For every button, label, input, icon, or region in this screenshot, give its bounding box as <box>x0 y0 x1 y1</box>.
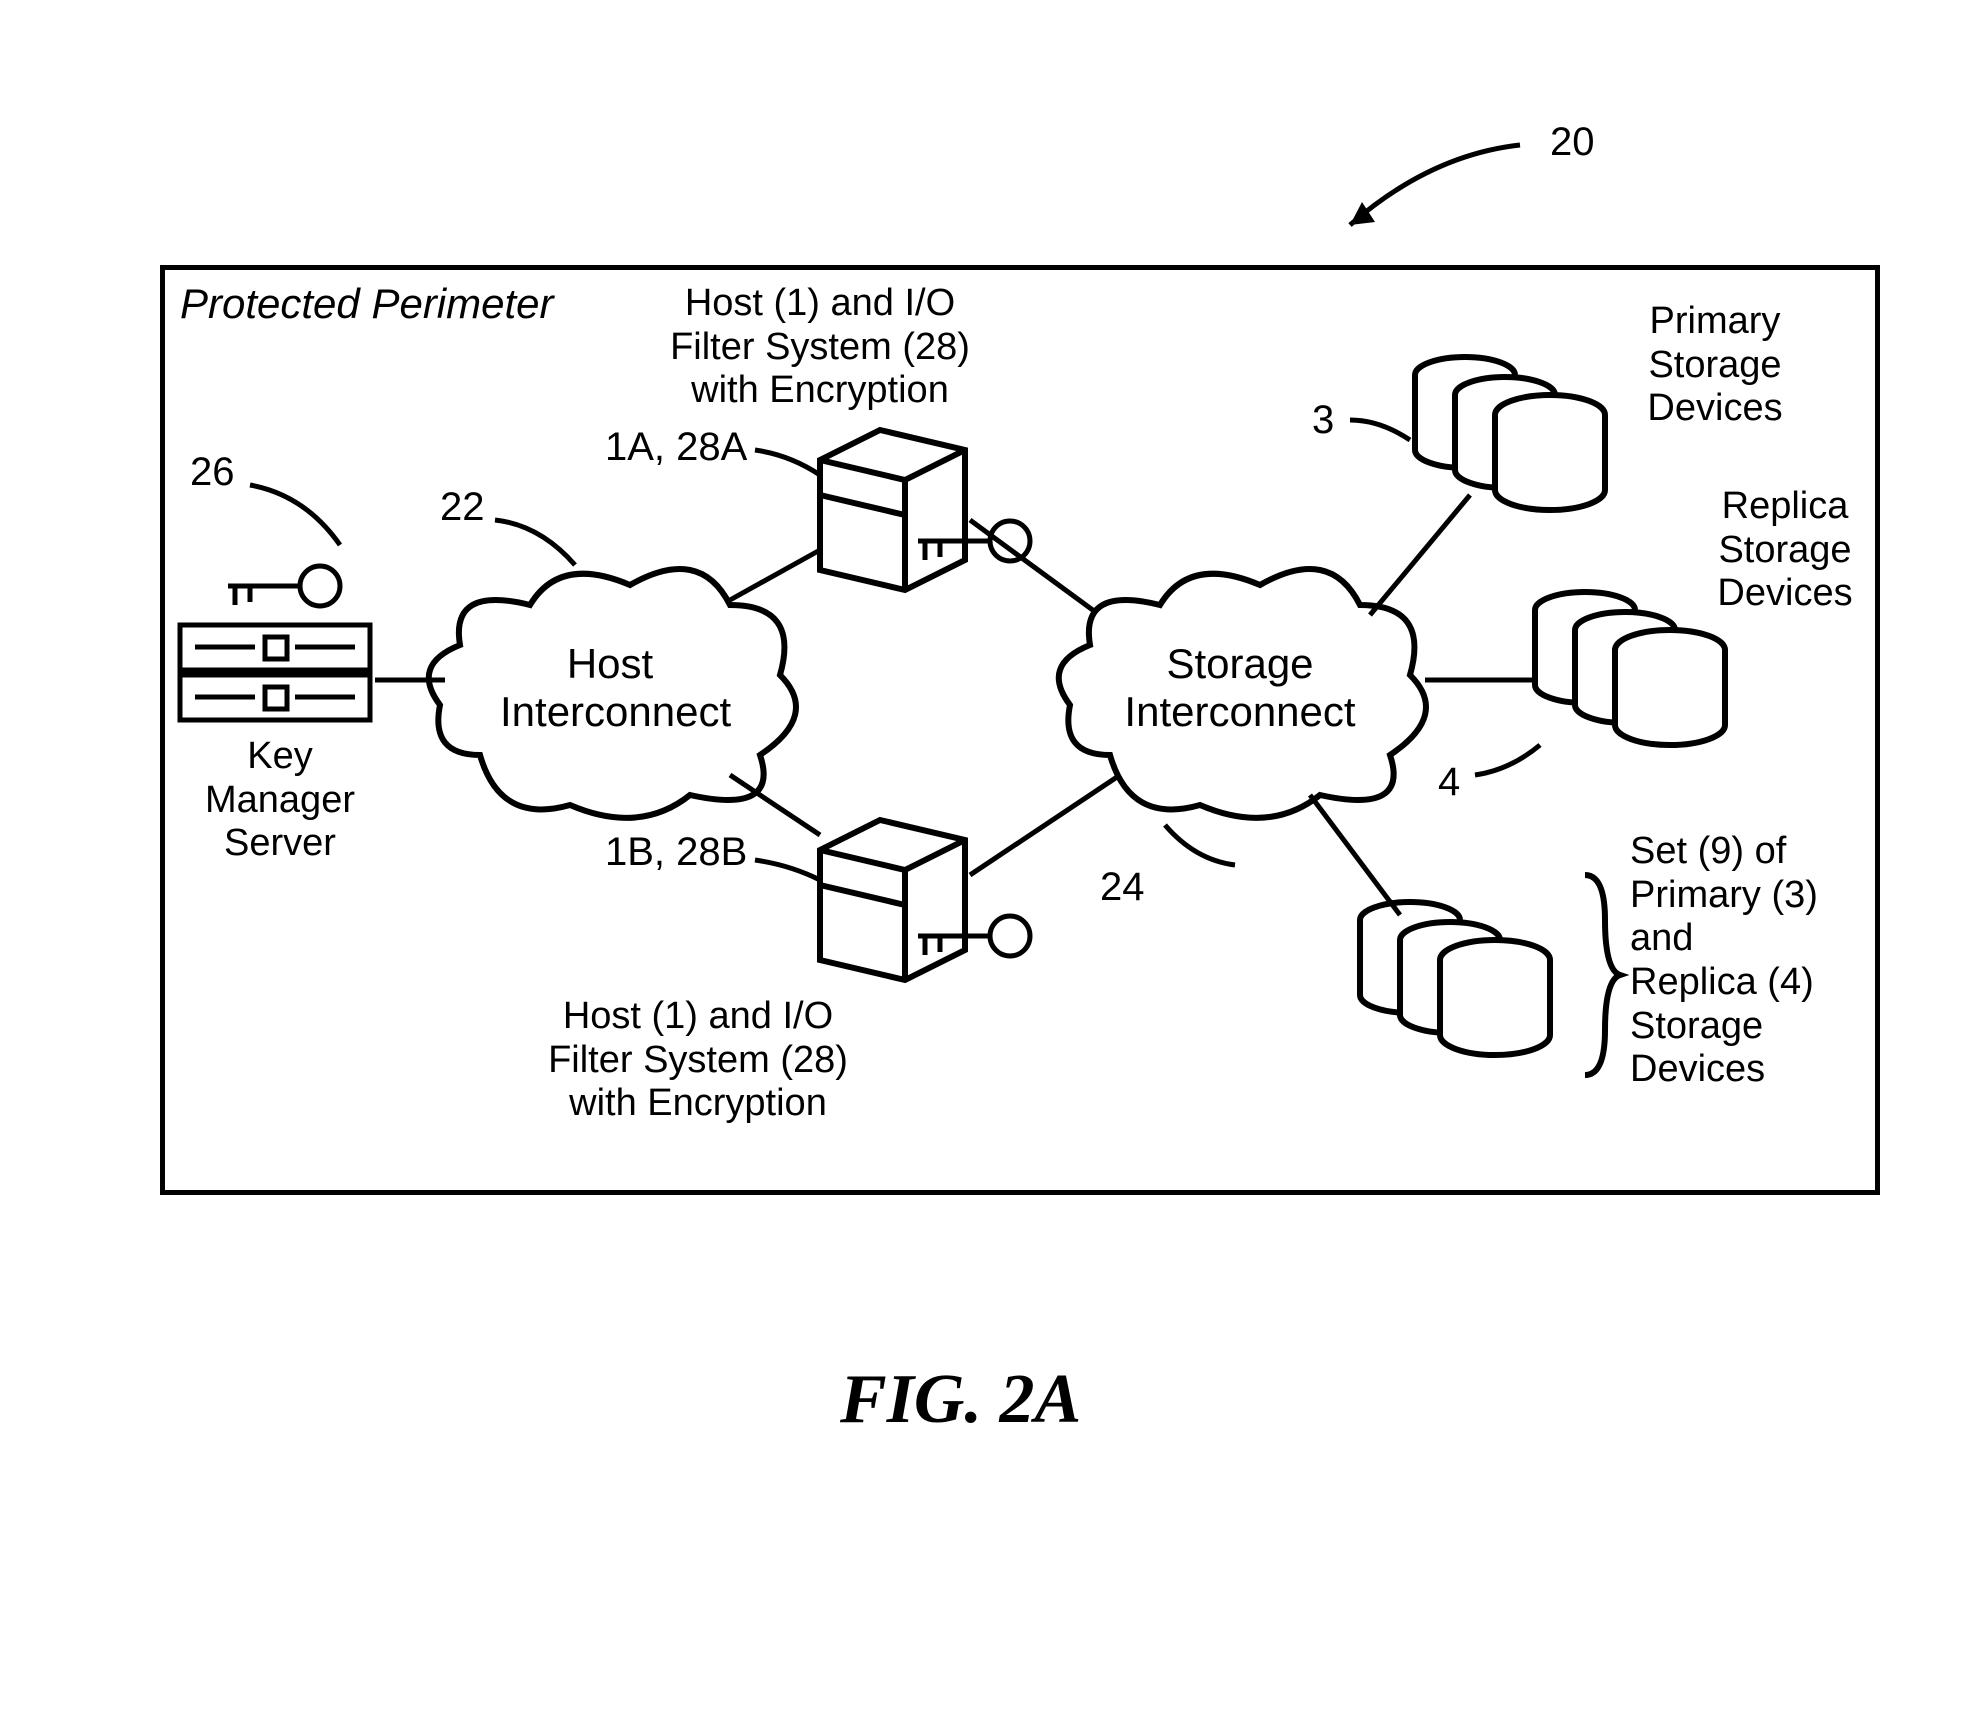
ref-arrow-22 <box>490 510 590 580</box>
ref-26: 26 <box>190 450 235 495</box>
key-icon-host1b <box>910 910 1040 965</box>
storage-interconnect-label: Storage Interconnect <box>1115 640 1365 737</box>
ref-arrow-26 <box>245 475 355 555</box>
conn-cloud-primary <box>1370 495 1480 625</box>
ref-arrow-1a <box>750 440 825 480</box>
ref-arrow-24 <box>1160 820 1250 875</box>
host-1b-label: Host (1) and I/O Filter System (28) with… <box>528 995 868 1126</box>
figure-caption: FIG. 2A <box>840 1360 1081 1440</box>
ref-24: 24 <box>1100 865 1145 910</box>
set9-storage-label: Set (9) of Primary (3) and Replica (4) S… <box>1630 830 1840 1092</box>
conn-kms-hostcloud <box>375 675 445 685</box>
conn-cloud-set9 <box>1310 795 1410 925</box>
primary-storage-icon <box>1410 350 1620 510</box>
key-icon-kms <box>220 560 350 615</box>
brace-icon <box>1570 870 1625 1080</box>
ref-arrow-4 <box>1470 740 1545 785</box>
ref-1B28B: 1B, 28B <box>605 830 747 875</box>
ref-3: 3 <box>1312 398 1334 443</box>
protected-perimeter-title: Protected Perimeter <box>180 280 554 328</box>
host-1a-label: Host (1) and I/O Filter System (28) with… <box>650 282 990 413</box>
ref-arrow-3 <box>1345 410 1415 450</box>
conn-cloud-replica <box>1425 675 1535 685</box>
ref-20: 20 <box>1550 120 1595 165</box>
ref-1A28A: 1A, 28A <box>605 425 747 470</box>
ref-22: 22 <box>440 485 485 530</box>
key-manager-server-label: Key Manager Server <box>170 735 390 866</box>
replica-storage-label: Replica Storage Devices <box>1700 485 1870 616</box>
diagram-canvas: 20 Protected Perimeter Key Manager Serve… <box>40 40 1975 1678</box>
host-interconnect-label: Host Interconnect <box>500 640 720 737</box>
conn-1b-hostcloud <box>730 775 830 845</box>
ref-arrow-1b <box>750 850 825 890</box>
ref-4: 4 <box>1438 760 1460 805</box>
key-manager-server-icon <box>175 615 375 730</box>
conn-1a-hostcloud <box>730 550 830 610</box>
ref-arrow-20 <box>1320 130 1540 250</box>
primary-storage-label: Primary Storage Devices <box>1630 300 1800 431</box>
